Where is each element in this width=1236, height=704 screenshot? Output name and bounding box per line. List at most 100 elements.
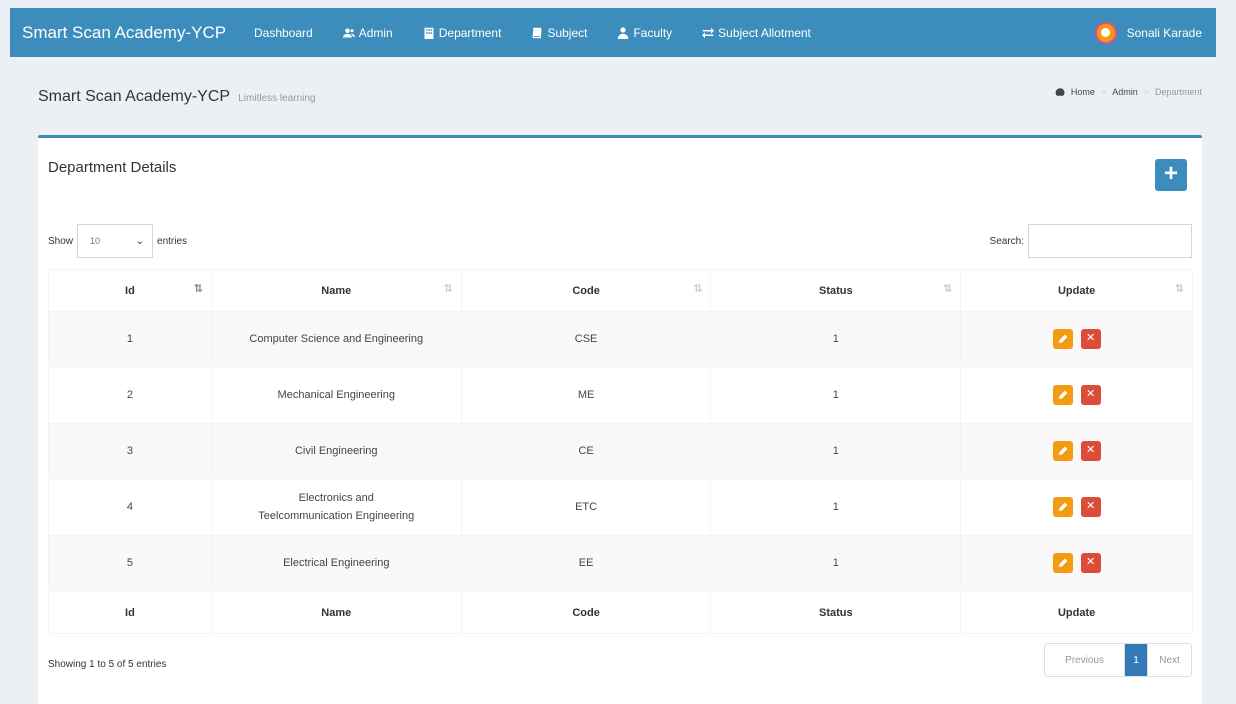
footer-header-id: Id xyxy=(48,591,212,634)
breadcrumb-separator: > xyxy=(1143,87,1149,97)
table-header-row: Id ⇅ Name ⇅ Code ⇅ Status ⇅ Update ⇅ xyxy=(48,269,1193,312)
close-icon: ✕ xyxy=(1085,555,1096,568)
page-length-select[interactable]: 10 ⌄ xyxy=(77,224,154,258)
edit-icon xyxy=(1058,390,1067,399)
edit-icon xyxy=(1058,558,1067,567)
cell-name: Civil Engineering xyxy=(210,423,462,480)
cell-status: 1 xyxy=(710,311,962,368)
breadcrumb-admin[interactable]: Admin xyxy=(1112,87,1138,97)
cell-status: 1 xyxy=(710,479,962,536)
edit-button[interactable] xyxy=(1052,440,1073,461)
nav-menu: Dashboard Admin Department Subject Facul… xyxy=(246,8,826,57)
cell-code: CE xyxy=(460,423,712,480)
table-row: 1 Computer Science and Engineering CSE 1… xyxy=(48,311,1193,368)
cell-update: ✕ xyxy=(960,535,1193,592)
column-header-label: Status xyxy=(819,284,853,297)
cell-code: CSE xyxy=(460,311,712,368)
sort-icon: ⇅ xyxy=(443,283,453,295)
column-header-update[interactable]: Update ⇅ xyxy=(960,269,1193,312)
close-icon: ✕ xyxy=(1085,499,1096,512)
search-control: Search: xyxy=(990,224,1192,258)
sort-asc-icon: ⇅ xyxy=(193,283,203,295)
search-label: Search: xyxy=(989,235,1024,247)
edit-button[interactable] xyxy=(1052,328,1073,349)
column-header-status[interactable]: Status ⇅ xyxy=(710,269,962,312)
nav-item-label: Admin xyxy=(358,25,393,40)
edit-button[interactable] xyxy=(1052,496,1073,517)
nav-item-subject[interactable]: Subject xyxy=(516,26,602,40)
nav-item-label: Subject Allotment xyxy=(718,25,811,40)
user-tie-icon xyxy=(618,26,629,39)
nav-item-admin[interactable]: Admin xyxy=(328,26,408,40)
breadcrumb-department: Department xyxy=(1154,87,1202,97)
avatar xyxy=(1094,21,1117,44)
edit-icon xyxy=(1058,502,1067,511)
footer-header-update: Update xyxy=(960,591,1193,634)
cell-update: ✕ xyxy=(960,423,1193,480)
close-icon: ✕ xyxy=(1085,387,1096,400)
brand-logo[interactable]: Smart Scan Academy-YCP xyxy=(10,23,246,43)
top-navbar: Smart Scan Academy-YCP Dashboard Admin D… xyxy=(10,8,1216,57)
edit-icon xyxy=(1058,334,1067,343)
cell-update: ✕ xyxy=(960,311,1193,368)
sort-icon: ⇅ xyxy=(1174,283,1184,295)
cell-status: 1 xyxy=(710,423,962,480)
page-subtitle: Limitless learning xyxy=(238,93,316,104)
delete-button[interactable]: ✕ xyxy=(1080,496,1101,517)
nav-item-label: Dashboard xyxy=(254,25,313,40)
table-row: 4 Electronics and Teelcommunication Engi… xyxy=(48,479,1193,536)
table-row: 5 Electrical Engineering EE 1 ✕ xyxy=(48,535,1193,592)
edit-button[interactable] xyxy=(1052,384,1073,405)
cell-id: 2 xyxy=(48,367,212,424)
nav-item-label: Department xyxy=(438,25,502,40)
add-department-button[interactable]: + xyxy=(1155,159,1187,191)
search-input[interactable] xyxy=(1028,224,1192,258)
delete-button[interactable]: ✕ xyxy=(1080,328,1101,349)
show-label: Show xyxy=(48,235,74,247)
page-button-current[interactable]: 1 xyxy=(1125,644,1147,676)
cell-name: Computer Science and Engineering xyxy=(210,311,462,368)
edit-button[interactable] xyxy=(1052,552,1073,573)
cell-name: Electronics and Teelcommunication Engine… xyxy=(210,479,462,536)
department-table: Id ⇅ Name ⇅ Code ⇅ Status ⇅ Update ⇅ 1 Comput… xyxy=(48,269,1193,634)
column-header-id[interactable]: Id ⇅ xyxy=(48,269,212,312)
sort-icon: ⇅ xyxy=(942,283,952,295)
table-row: 3 Civil Engineering CE 1 ✕ xyxy=(48,423,1193,480)
delete-button[interactable]: ✕ xyxy=(1080,552,1101,573)
cell-update: ✕ xyxy=(960,367,1193,424)
column-header-label: Id xyxy=(125,284,135,297)
nav-item-dashboard[interactable]: Dashboard xyxy=(246,26,328,40)
table-info: Showing 1 to 5 of 5 entries xyxy=(48,659,167,670)
cell-update: ✕ xyxy=(960,479,1193,536)
nav-item-department[interactable]: Department xyxy=(408,26,517,40)
nav-item-faculty[interactable]: Faculty xyxy=(602,26,687,40)
close-icon: ✕ xyxy=(1085,331,1096,344)
page-length-control: Show 10 ⌄ entries xyxy=(48,224,187,258)
chevron-down-icon: ⌄ xyxy=(135,235,145,247)
footer-header-status: Status xyxy=(710,591,962,634)
table-row: 2 Mechanical Engineering ME 1 ✕ xyxy=(48,367,1193,424)
cell-status: 1 xyxy=(710,367,962,424)
delete-button[interactable]: ✕ xyxy=(1080,440,1101,461)
next-page-button[interactable]: Next xyxy=(1147,644,1191,676)
user-menu[interactable]: Sonali Karade xyxy=(1094,21,1216,44)
breadcrumb-home[interactable]: Home xyxy=(1071,87,1095,97)
column-header-label: Code xyxy=(572,284,600,297)
page-title-text: Smart Scan Academy-YCP xyxy=(38,88,230,105)
user-name: Sonali Karade xyxy=(1126,25,1202,40)
pagination: Previous 1 Next xyxy=(1044,643,1192,677)
column-header-name[interactable]: Name ⇅ xyxy=(210,269,462,312)
book-icon xyxy=(532,27,542,38)
building-icon xyxy=(424,27,434,39)
previous-page-button[interactable]: Previous xyxy=(1045,644,1125,676)
cell-name: Electrical Engineering xyxy=(210,535,462,592)
column-header-code[interactable]: Code ⇅ xyxy=(460,269,712,312)
cell-code: ME xyxy=(460,367,712,424)
footer-header-name: Name xyxy=(210,591,462,634)
nav-item-subject-allotment[interactable]: Subject Allotment xyxy=(687,26,826,40)
cell-id: 4 xyxy=(48,479,212,536)
delete-button[interactable]: ✕ xyxy=(1080,384,1101,405)
table-footer-row: Id Name Code Status Update xyxy=(48,591,1193,634)
cell-code: EE xyxy=(460,535,712,592)
box-title: Department Details xyxy=(48,159,177,176)
